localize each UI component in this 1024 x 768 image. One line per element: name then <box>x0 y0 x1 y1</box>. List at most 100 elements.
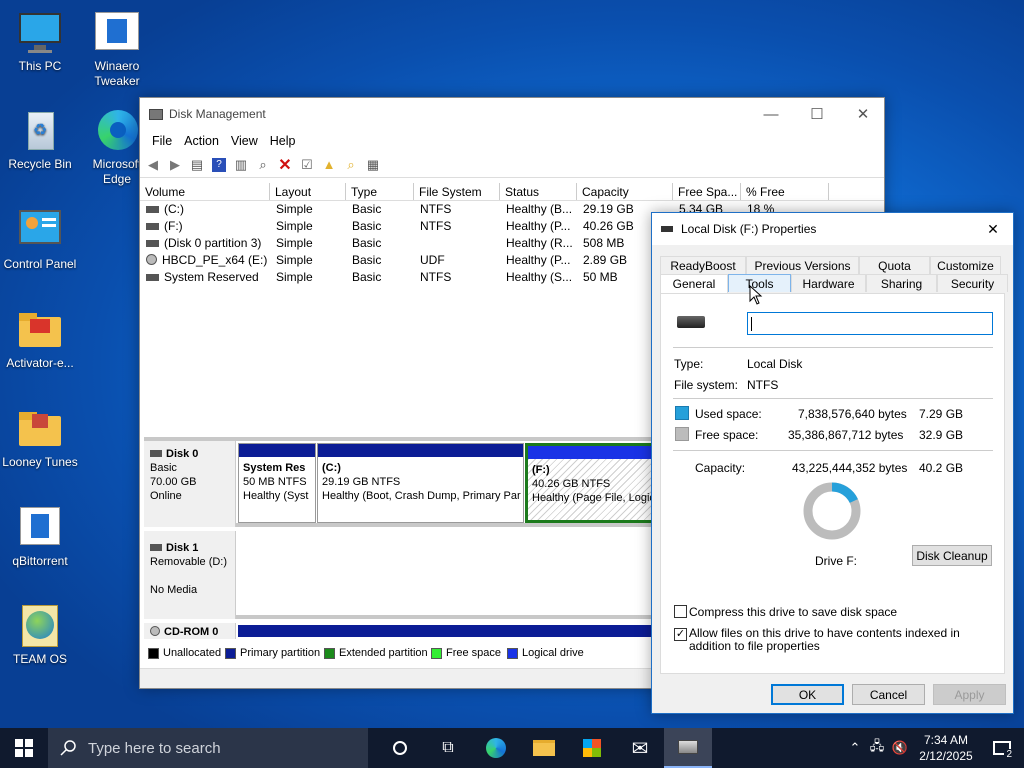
search-icon <box>60 740 76 756</box>
desktop-icon-control-panel[interactable]: Control Panel <box>0 208 80 272</box>
search-placeholder: Type here to search <box>88 739 221 757</box>
tab-security[interactable]: Security <box>937 274 1008 292</box>
clock-date: 2/12/2025 <box>919 749 973 763</box>
cancel-button[interactable]: Cancel <box>852 684 925 705</box>
partition-f[interactable]: (F:) 40.26 GB NTFS Healthy (Page File, L… <box>525 443 665 523</box>
settings-panel-icon[interactable]: ▦ <box>364 156 382 174</box>
partition-c[interactable]: (C:) 29.19 GB NTFS Healthy (Boot, Crash … <box>317 443 524 523</box>
col-layout[interactable]: Layout <box>270 183 346 200</box>
tab-hardware[interactable]: Hardware <box>791 274 866 292</box>
col-file-system[interactable]: File System <box>414 183 500 200</box>
legend-unallocated: Unallocated <box>148 647 221 659</box>
desktop-icon-looney-tunes[interactable]: Looney Tunes <box>0 406 80 470</box>
desktop-icon-this-pc[interactable]: This PC <box>0 10 80 74</box>
search-folder-icon[interactable]: ⌕ <box>342 156 360 174</box>
taskbar-mail[interactable]: ✉ <box>616 728 664 768</box>
col-status[interactable]: Status <box>500 183 577 200</box>
index-checkbox[interactable]: ✓ <box>674 628 687 641</box>
compress-checkbox[interactable] <box>674 605 687 618</box>
menu-action[interactable]: Action <box>178 134 225 148</box>
disk-state: No Media <box>150 584 198 596</box>
show-hidden-icons-button[interactable]: ⌃ <box>844 728 866 768</box>
properties-dialog: Local Disk (F:) Properties ✕ ReadyBoost … <box>651 212 1014 714</box>
back-arrow-icon[interactable]: ◀ <box>144 156 162 174</box>
legend-primary: Primary partition <box>225 647 320 659</box>
drive-icon <box>146 240 159 247</box>
tab-general[interactable]: General <box>660 274 728 294</box>
disk-cleanup-button[interactable]: Disk Cleanup <box>912 545 992 566</box>
taskbar-edge[interactable] <box>472 728 520 768</box>
col-free-space[interactable]: Free Spa... <box>673 183 741 200</box>
tab-row-bottom: General Tools Hardware Sharing Security <box>660 274 1008 294</box>
menu-help[interactable]: Help <box>264 134 302 148</box>
task-view-button[interactable]: ⧉ <box>424 728 472 768</box>
menu-file[interactable]: File <box>146 134 178 148</box>
folder-up-icon[interactable]: ▲ <box>320 156 338 174</box>
clock[interactable]: 7:34 AM 2/12/2025 <box>912 728 980 768</box>
window-title: Disk Management <box>169 107 266 121</box>
dialog-title: Local Disk (F:) Properties <box>681 222 817 236</box>
tab-sharing[interactable]: Sharing <box>866 274 937 292</box>
maximize-button[interactable]: ☐ <box>794 98 840 130</box>
disk-type: Basic <box>150 462 177 474</box>
clock-time: 7:34 AM <box>923 733 969 747</box>
menu-bar: File Action View Help <box>140 130 884 152</box>
tab-customize[interactable]: Customize <box>930 256 1001 274</box>
used-space-swatch <box>675 406 689 420</box>
minimize-button[interactable]: — <box>748 98 794 130</box>
taskbar-file-explorer[interactable] <box>520 728 568 768</box>
help-icon[interactable]: ? <box>210 156 228 174</box>
disk-name: Disk 1 <box>166 542 199 554</box>
disk-icon <box>150 544 162 551</box>
menu-view[interactable]: View <box>225 134 264 148</box>
desktop-icon-winaero-tweaker[interactable]: Winaero Tweaker <box>77 10 157 89</box>
disk-size: 70.00 GB <box>150 476 197 488</box>
close-button[interactable]: ✕ <box>840 98 886 130</box>
ok-button[interactable]: OK <box>771 684 844 705</box>
forward-arrow-icon[interactable]: ▶ <box>166 156 184 174</box>
col-capacity[interactable]: Capacity <box>577 183 673 200</box>
legend-swatch <box>507 647 518 659</box>
used-space-gb: 7.29 GB <box>919 407 964 421</box>
notification-count-badge: 2 <box>1004 749 1014 760</box>
console-tree-icon[interactable]: ▤ <box>188 156 206 174</box>
taskbar-disk-management[interactable] <box>664 728 712 768</box>
check-icon[interactable]: ☑ <box>298 156 316 174</box>
taskbar-store[interactable] <box>568 728 616 768</box>
col-volume[interactable]: Volume <box>140 183 270 200</box>
volume-muted-icon[interactable]: 🔇 <box>888 728 912 768</box>
delete-icon[interactable]: ✕ <box>276 156 294 174</box>
connect-icon[interactable]: ⌕ <box>254 156 272 174</box>
volume-name-input[interactable] <box>747 312 993 335</box>
desktop-icon-recycle-bin[interactable]: ♻ Recycle Bin <box>0 108 80 172</box>
partition-system-reserved[interactable]: System Res 50 MB NTFS Healthy (Syst <box>238 443 316 523</box>
col-type[interactable]: Type <box>346 183 414 200</box>
legend-swatch <box>431 647 442 659</box>
tab-quota[interactable]: Quota <box>859 256 930 274</box>
team-os-icon <box>16 603 64 649</box>
compress-label: Compress this drive to save disk space <box>689 605 898 619</box>
tab-readyboost[interactable]: ReadyBoost <box>660 256 746 274</box>
fs-label: File system: <box>674 378 739 392</box>
apply-button[interactable]: Apply <box>933 684 1006 705</box>
desktop-icon-label: Winaero Tweaker <box>94 59 140 88</box>
drive-icon <box>146 206 159 213</box>
network-icon[interactable]: 🖧 <box>866 728 888 768</box>
col-percent-free[interactable]: % Free <box>741 183 829 200</box>
desktop-icon-qbittorrent[interactable]: qBittorrent <box>0 505 80 569</box>
action-center-button[interactable]: 2 <box>980 728 1024 768</box>
taskbar-search-box[interactable]: Type here to search <box>48 728 368 768</box>
start-button[interactable] <box>0 728 48 768</box>
separator <box>673 450 993 451</box>
edge-icon <box>486 738 506 758</box>
desktop-icon-activator[interactable]: Activator-e... <box>0 307 80 371</box>
cortana-button[interactable] <box>376 728 424 768</box>
tab-previous-versions[interactable]: Previous Versions <box>746 256 859 274</box>
desktop-icon-team-os[interactable]: TEAM OS <box>0 603 80 667</box>
fs-value: NTFS <box>747 378 779 392</box>
desktop-icon-label: Activator-e... <box>6 356 74 370</box>
disk-management-icon <box>149 108 163 120</box>
legend-extended: Extended partition <box>324 647 428 659</box>
dialog-close-button[interactable]: ✕ <box>973 213 1013 245</box>
properties-list-icon[interactable]: ▥ <box>232 156 250 174</box>
